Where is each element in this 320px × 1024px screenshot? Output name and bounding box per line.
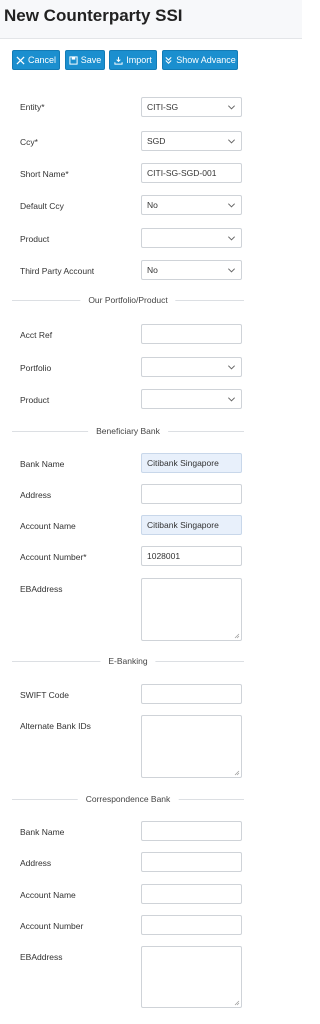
section-divider-portfolio: Our Portfolio/Product: [12, 295, 244, 305]
corr-ebaddress-textarea[interactable]: [141, 946, 242, 1008]
entity-label: Entity*: [20, 102, 45, 112]
acct-ref-input[interactable]: [141, 324, 242, 344]
short-name-label: Short Name*: [20, 169, 69, 179]
address-input[interactable]: [141, 484, 242, 504]
account-name-input[interactable]: Citibank Singapore: [141, 515, 242, 535]
section-heading-portfolio: Our Portfolio/Product: [80, 295, 176, 305]
import-button-label: Import: [126, 55, 152, 65]
section-divider-beneficiary: Beneficiary Bank: [12, 426, 244, 436]
chevron-down-icon: [227, 236, 236, 241]
swift-code-label: SWIFT Code: [20, 690, 69, 700]
chevron-down-icon: [227, 397, 236, 402]
section-divider-ebanking: E-Banking: [12, 656, 244, 666]
short-name-input[interactable]: CITI-SG-SGD-001: [141, 163, 242, 183]
double-chevron-down-icon: [165, 56, 172, 64]
title-bar: New Counterparty SSI: [0, 0, 302, 39]
product-select[interactable]: [141, 228, 242, 248]
section-heading-beneficiary: Beneficiary Bank: [88, 426, 168, 436]
third-party-account-value: No: [147, 265, 158, 275]
corr-bank-name-label: Bank Name: [20, 827, 65, 837]
page-title: New Counterparty SSI: [4, 6, 183, 25]
portfolio-select[interactable]: [141, 357, 242, 377]
resize-grip-icon[interactable]: [234, 633, 240, 639]
swift-code-input[interactable]: [141, 684, 242, 704]
account-name-value: Citibank Singapore: [147, 520, 219, 530]
corr-account-name-label: Account Name: [20, 890, 76, 900]
ccy-value: SGD: [147, 136, 166, 146]
ebaddress-label: EBAddress: [20, 584, 63, 594]
chevron-down-icon: [227, 139, 236, 144]
acct-ref-label: Acct Ref: [20, 330, 53, 340]
third-party-account-label: Third Party Account: [20, 266, 95, 276]
account-number-input[interactable]: 1028001: [141, 546, 242, 566]
third-party-account-select[interactable]: No: [141, 260, 242, 280]
corr-address-label: Address: [20, 858, 52, 868]
resize-grip-icon[interactable]: [234, 770, 240, 776]
alternate-bank-ids-textarea[interactable]: [141, 715, 242, 778]
product-label: Product: [20, 234, 50, 244]
save-button[interactable]: Save: [65, 50, 105, 70]
portfolio-product-select[interactable]: [141, 389, 242, 409]
ccy-select[interactable]: SGD: [141, 131, 242, 151]
resize-grip-icon[interactable]: [234, 1000, 240, 1006]
floppy-disk-icon: [69, 55, 78, 65]
chevron-down-icon: [227, 365, 236, 370]
chevron-down-icon: [227, 203, 236, 208]
default-ccy-select[interactable]: No: [141, 195, 242, 215]
section-heading-ebanking: E-Banking: [100, 656, 156, 666]
show-advance-button[interactable]: Show Advance: [162, 50, 238, 70]
corr-ebaddress-label: EBAddress: [20, 952, 63, 962]
bank-name-label: Bank Name: [20, 459, 65, 469]
corr-address-input[interactable]: [141, 852, 242, 872]
save-button-label: Save: [80, 55, 102, 65]
account-number-value: 1028001: [147, 551, 181, 561]
account-name-label: Account Name: [20, 521, 76, 531]
import-button[interactable]: Import: [109, 50, 157, 70]
short-name-value: CITI-SG-SGD-001: [147, 168, 217, 178]
cancel-button[interactable]: Cancel: [12, 50, 60, 70]
ebaddress-textarea[interactable]: [141, 578, 242, 641]
default-ccy-label: Default Ccy: [20, 201, 64, 211]
section-divider-correspondence: Correspondence Bank: [12, 794, 244, 804]
download-icon: [114, 56, 123, 65]
chevron-down-icon: [227, 268, 236, 273]
section-heading-correspondence: Correspondence Bank: [77, 794, 179, 804]
entity-value: CITI-SG: [147, 102, 179, 112]
portfolio-product-label: Product: [20, 395, 50, 405]
chevron-down-icon: [227, 105, 236, 110]
bank-name-value: Citibank Singapore: [147, 458, 219, 468]
show-advance-button-label: Show Advance: [176, 55, 236, 65]
ccy-label: Ccy*: [20, 137, 38, 147]
bank-name-input[interactable]: Citibank Singapore: [141, 453, 242, 473]
account-number-label: Account Number*: [20, 552, 87, 562]
cancel-button-label: Cancel: [27, 55, 56, 65]
default-ccy-value: No: [147, 200, 158, 210]
alternate-bank-ids-label: Alternate Bank IDs: [20, 721, 91, 731]
portfolio-label: Portfolio: [20, 363, 52, 373]
corr-bank-name-input[interactable]: [141, 821, 242, 841]
corr-account-number-label: Account Number: [20, 921, 84, 931]
address-label: Address: [20, 490, 52, 500]
entity-select[interactable]: CITI-SG: [141, 97, 242, 117]
corr-account-number-input[interactable]: [141, 915, 242, 935]
close-icon: [16, 55, 25, 65]
corr-account-name-input[interactable]: [141, 884, 242, 904]
